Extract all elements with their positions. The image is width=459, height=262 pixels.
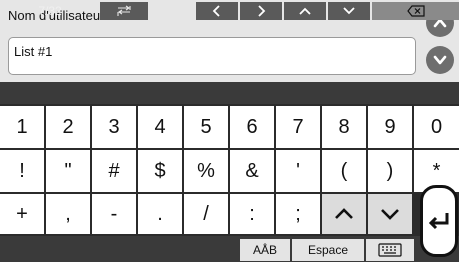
tab-button[interactable] bbox=[100, 2, 148, 20]
username-input[interactable]: List #1 bbox=[8, 37, 416, 75]
char-counter: 7/32 bbox=[38, 4, 62, 18]
backspace-icon bbox=[406, 5, 425, 17]
key-open-paren[interactable]: ( bbox=[322, 150, 366, 192]
enter-button[interactable] bbox=[420, 185, 458, 257]
chevron-right-icon bbox=[258, 5, 266, 17]
key-7[interactable]: 7 bbox=[276, 106, 320, 148]
key-down[interactable] bbox=[368, 194, 412, 234]
key-0[interactable]: 0 bbox=[414, 106, 459, 148]
chevron-down-icon bbox=[433, 55, 447, 65]
key-dollar[interactable]: $ bbox=[138, 150, 182, 192]
key-colon[interactable]: : bbox=[230, 194, 274, 234]
keyboard-icon bbox=[378, 243, 402, 257]
key-3[interactable]: 3 bbox=[92, 106, 136, 148]
key-apostrophe[interactable]: ' bbox=[276, 150, 320, 192]
key-plus[interactable]: + bbox=[0, 194, 44, 234]
chevron-left-icon bbox=[212, 5, 220, 17]
key-percent[interactable]: % bbox=[184, 150, 228, 192]
key-1[interactable]: 1 bbox=[0, 106, 44, 148]
key-2[interactable]: 2 bbox=[46, 106, 90, 148]
backspace-button[interactable] bbox=[372, 2, 459, 20]
key-6[interactable]: 6 bbox=[230, 106, 274, 148]
cursor-up-button[interactable] bbox=[284, 2, 326, 20]
key-double-quote[interactable]: " bbox=[46, 150, 90, 192]
key-8[interactable]: 8 bbox=[322, 106, 366, 148]
key-hash[interactable]: # bbox=[92, 150, 136, 192]
chevron-up-icon bbox=[299, 7, 311, 15]
key-close-paren[interactable]: ) bbox=[368, 150, 412, 192]
keyboard-toggle-button[interactable] bbox=[366, 239, 414, 261]
key-exclamation[interactable]: ! bbox=[0, 150, 44, 192]
tab-icon bbox=[117, 5, 131, 16]
case-toggle-button[interactable]: AÅB bbox=[240, 239, 290, 261]
chevron-up-icon bbox=[335, 208, 353, 219]
key-up[interactable] bbox=[322, 194, 366, 234]
scroll-down-button[interactable] bbox=[426, 46, 454, 74]
cursor-down-button[interactable] bbox=[328, 2, 370, 20]
key-minus[interactable]: - bbox=[92, 194, 136, 234]
keyboard-screen: Nom d'utilisateur List #1 7/32 1 2 3 4 5… bbox=[0, 0, 459, 262]
key-5[interactable]: 5 bbox=[184, 106, 228, 148]
space-button[interactable]: Espace bbox=[292, 239, 364, 261]
key-slash[interactable]: / bbox=[184, 194, 228, 234]
key-comma[interactable]: , bbox=[46, 194, 90, 234]
key-semicolon[interactable]: ; bbox=[276, 194, 320, 234]
key-period[interactable]: . bbox=[138, 194, 182, 234]
cursor-right-button[interactable] bbox=[240, 2, 282, 20]
key-9[interactable]: 9 bbox=[368, 106, 412, 148]
enter-icon bbox=[428, 213, 449, 230]
cursor-left-button[interactable] bbox=[196, 2, 238, 20]
key-ampersand[interactable]: & bbox=[230, 150, 274, 192]
keyboard-toolbar bbox=[0, 82, 459, 104]
key-4[interactable]: 4 bbox=[138, 106, 182, 148]
chevron-down-icon bbox=[343, 7, 355, 15]
chevron-down-icon bbox=[381, 209, 399, 220]
